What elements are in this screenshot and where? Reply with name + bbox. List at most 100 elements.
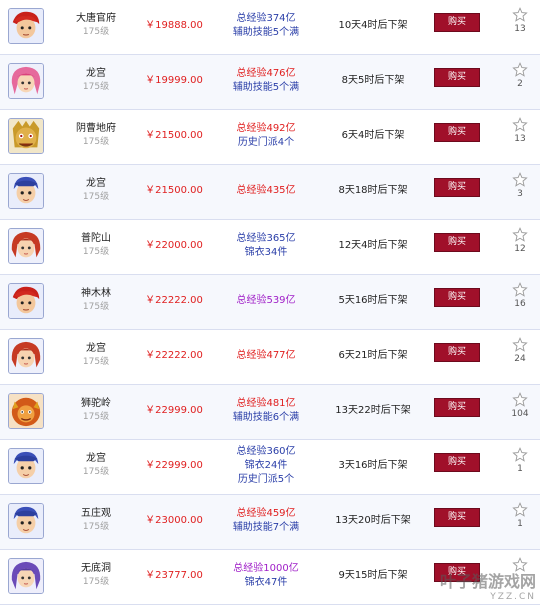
star-icon[interactable] [512,337,528,353]
highlight-line: 总经验477亿 [236,350,296,361]
star-icon[interactable] [512,502,528,518]
highlight-line: 辅助技能6个满 [232,412,300,423]
listing-row[interactable]: 普陀山 175级 ￥22000.00 总经验365亿 锦衣34件 12天4时后下架 购买 12 [0,220,540,275]
school-name: 狮驼岭 [81,398,111,409]
price: ￥19888.00 [145,20,203,31]
star-icon[interactable] [512,7,528,23]
highlights: 总经验1000亿 锦衣47件 [222,562,310,590]
time-remaining: 8天18时后下架 [338,185,408,196]
listing-row[interactable]: 狮驼岭 175级 ￥22999.00 总经验481亿 辅助技能6个满 13天22时后下架 购… [0,385,540,440]
character-avatar[interactable] [8,173,44,209]
favorite-count: 1 [517,464,523,474]
favorite-count: 3 [517,189,523,199]
character-avatar[interactable] [8,283,44,319]
character-avatar[interactable] [8,8,44,44]
school-name: 龙宫 [86,343,106,354]
character-level: 175级 [82,577,110,587]
highlight-line: 辅助技能7个满 [232,522,300,533]
character-avatar[interactable] [8,228,44,264]
favorite-count: 16 [514,299,526,309]
buy-button[interactable]: 购买 [434,343,480,362]
favorite-count: 13 [514,134,526,144]
school-name: 五庄观 [81,508,111,519]
character-avatar[interactable] [8,63,44,99]
buy-button[interactable]: 购买 [434,288,480,307]
highlights: 总经验481亿 辅助技能6个满 [222,397,310,425]
star-icon[interactable] [512,392,528,408]
price: ￥23000.00 [145,515,203,526]
highlight-line: 总经验539亿 [236,295,296,306]
listing-row[interactable]: 龙宫 175级 ￥21500.00 总经验435亿 8天18时后下架 购买 3 [0,165,540,220]
character-level: 175级 [82,27,110,37]
buy-button[interactable]: 购买 [434,453,480,472]
price: ￥19999.00 [145,75,203,86]
time-remaining: 12天4时后下架 [338,240,408,251]
listing-row[interactable]: 大唐官府 175级 ￥19888.00 总经验374亿 辅助技能5个满 10天4时后下架 购… [0,0,540,55]
highlight-line: 锦衣24件 [244,460,288,471]
time-remaining: 6天4时后下架 [341,130,405,141]
highlight-line: 总经验360亿 [236,446,296,457]
school-name: 龙宫 [86,178,106,189]
character-level: 175级 [82,467,110,477]
school-name: 龙宫 [86,68,106,79]
highlights: 总经验360亿 锦衣24件历史门派5个 [222,445,310,487]
character-avatar[interactable] [8,503,44,539]
star-icon[interactable] [512,117,528,133]
buy-button[interactable]: 购买 [434,233,480,252]
school-name: 无底洞 [81,563,111,574]
character-avatar[interactable] [8,558,44,594]
price: ￥22222.00 [145,295,203,306]
price: ￥22222.00 [145,350,203,361]
character-avatar[interactable] [8,448,44,484]
time-remaining: 9天15时后下架 [338,570,408,581]
buy-button[interactable]: 购买 [434,178,480,197]
highlight-line: 锦衣34件 [244,247,288,258]
school-name: 神木林 [81,288,111,299]
highlights: 总经验476亿 辅助技能5个满 [222,67,310,95]
character-level: 175级 [82,192,110,202]
highlight-line: 历史门派5个 [237,474,295,485]
favorite-count: 104 [511,409,529,419]
time-remaining: 13天22时后下架 [335,405,411,416]
price: ￥22999.00 [145,460,203,471]
buy-button[interactable]: 购买 [434,508,480,527]
listing-row[interactable]: 五庄观 175级 ￥23000.00 总经验459亿 辅助技能7个满 13天20时后下架 购… [0,495,540,550]
highlight-line: 辅助技能5个满 [232,82,300,93]
character-avatar[interactable] [8,393,44,429]
buy-button[interactable]: 购买 [434,123,480,142]
star-icon[interactable] [512,447,528,463]
buy-button[interactable]: 购买 [434,13,480,32]
star-icon[interactable] [512,282,528,298]
time-remaining: 6天21时后下架 [338,350,408,361]
listing-row[interactable]: 神木林 175级 ￥22222.00 总经验539亿 5天16时后下架 购买 16 [0,275,540,330]
listing-row[interactable]: 龙宫 175级 ￥22222.00 总经验477亿 6天21时后下架 购买 24 [0,330,540,385]
favorite-count: 24 [514,354,526,364]
highlights: 总经验492亿 历史门派4个 [222,122,310,150]
character-avatar[interactable] [8,118,44,154]
school-name: 龙宫 [86,453,106,464]
buy-button[interactable]: 购买 [434,563,480,582]
listing-row[interactable]: 无底洞 175级 ￥23777.00 总经验1000亿 锦衣47件 9天15时后下架 购买 [0,550,540,605]
listing-row[interactable]: 龙宫 175级 ￥19999.00 总经验476亿 辅助技能5个满 8天5时后下架 购买 2 [0,55,540,110]
price: ￥21500.00 [145,130,203,141]
star-icon[interactable] [512,227,528,243]
character-level: 175级 [82,247,110,257]
price: ￥21500.00 [145,185,203,196]
favorite-count: 1 [517,519,523,529]
star-icon[interactable] [512,557,528,573]
star-icon[interactable] [512,62,528,78]
highlights: 总经验365亿 锦衣34件 [222,232,310,260]
listing-row[interactable]: 阴曹地府 175级 ￥21500.00 总经验492亿 历史门派4个 6天4时后下架 购买 1… [0,110,540,165]
favorite-count: 12 [514,244,526,254]
highlight-line: 历史门派4个 [237,137,295,148]
highlight-line: 总经验435亿 [236,185,296,196]
time-remaining: 3天16时后下架 [338,460,408,471]
buy-button[interactable]: 购买 [434,398,480,417]
listing-row[interactable]: 龙宫 175级 ￥22999.00 总经验360亿 锦衣24件历史门派5个 3天16时后下… [0,440,540,495]
star-icon[interactable] [512,172,528,188]
character-avatar[interactable] [8,338,44,374]
character-level: 175级 [82,412,110,422]
buy-button[interactable]: 购买 [434,68,480,87]
listing-table: 大唐官府 175级 ￥19888.00 总经验374亿 辅助技能5个满 10天4时后下架购… [0,0,540,605]
highlight-line: 锦衣47件 [244,577,288,588]
